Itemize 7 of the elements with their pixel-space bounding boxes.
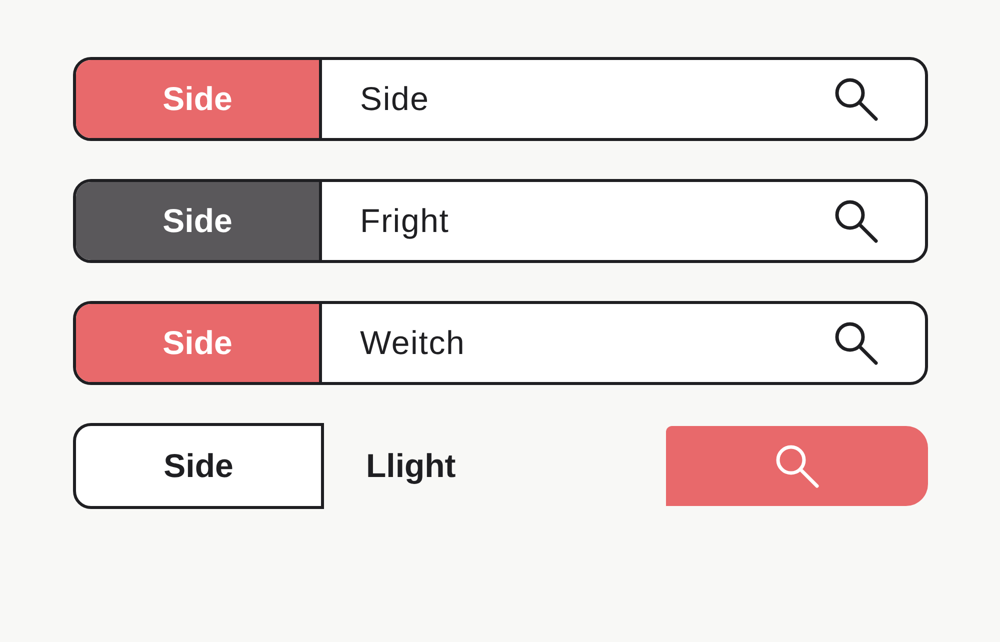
category-button[interactable]: Side: [76, 182, 322, 260]
search-query: Llight: [366, 446, 456, 486]
category-button[interactable]: Side: [73, 423, 324, 509]
search-button[interactable]: [666, 426, 928, 506]
search-query: Fright: [360, 201, 450, 242]
search-query: Side: [360, 79, 430, 120]
search-query: Weitch: [360, 323, 466, 364]
